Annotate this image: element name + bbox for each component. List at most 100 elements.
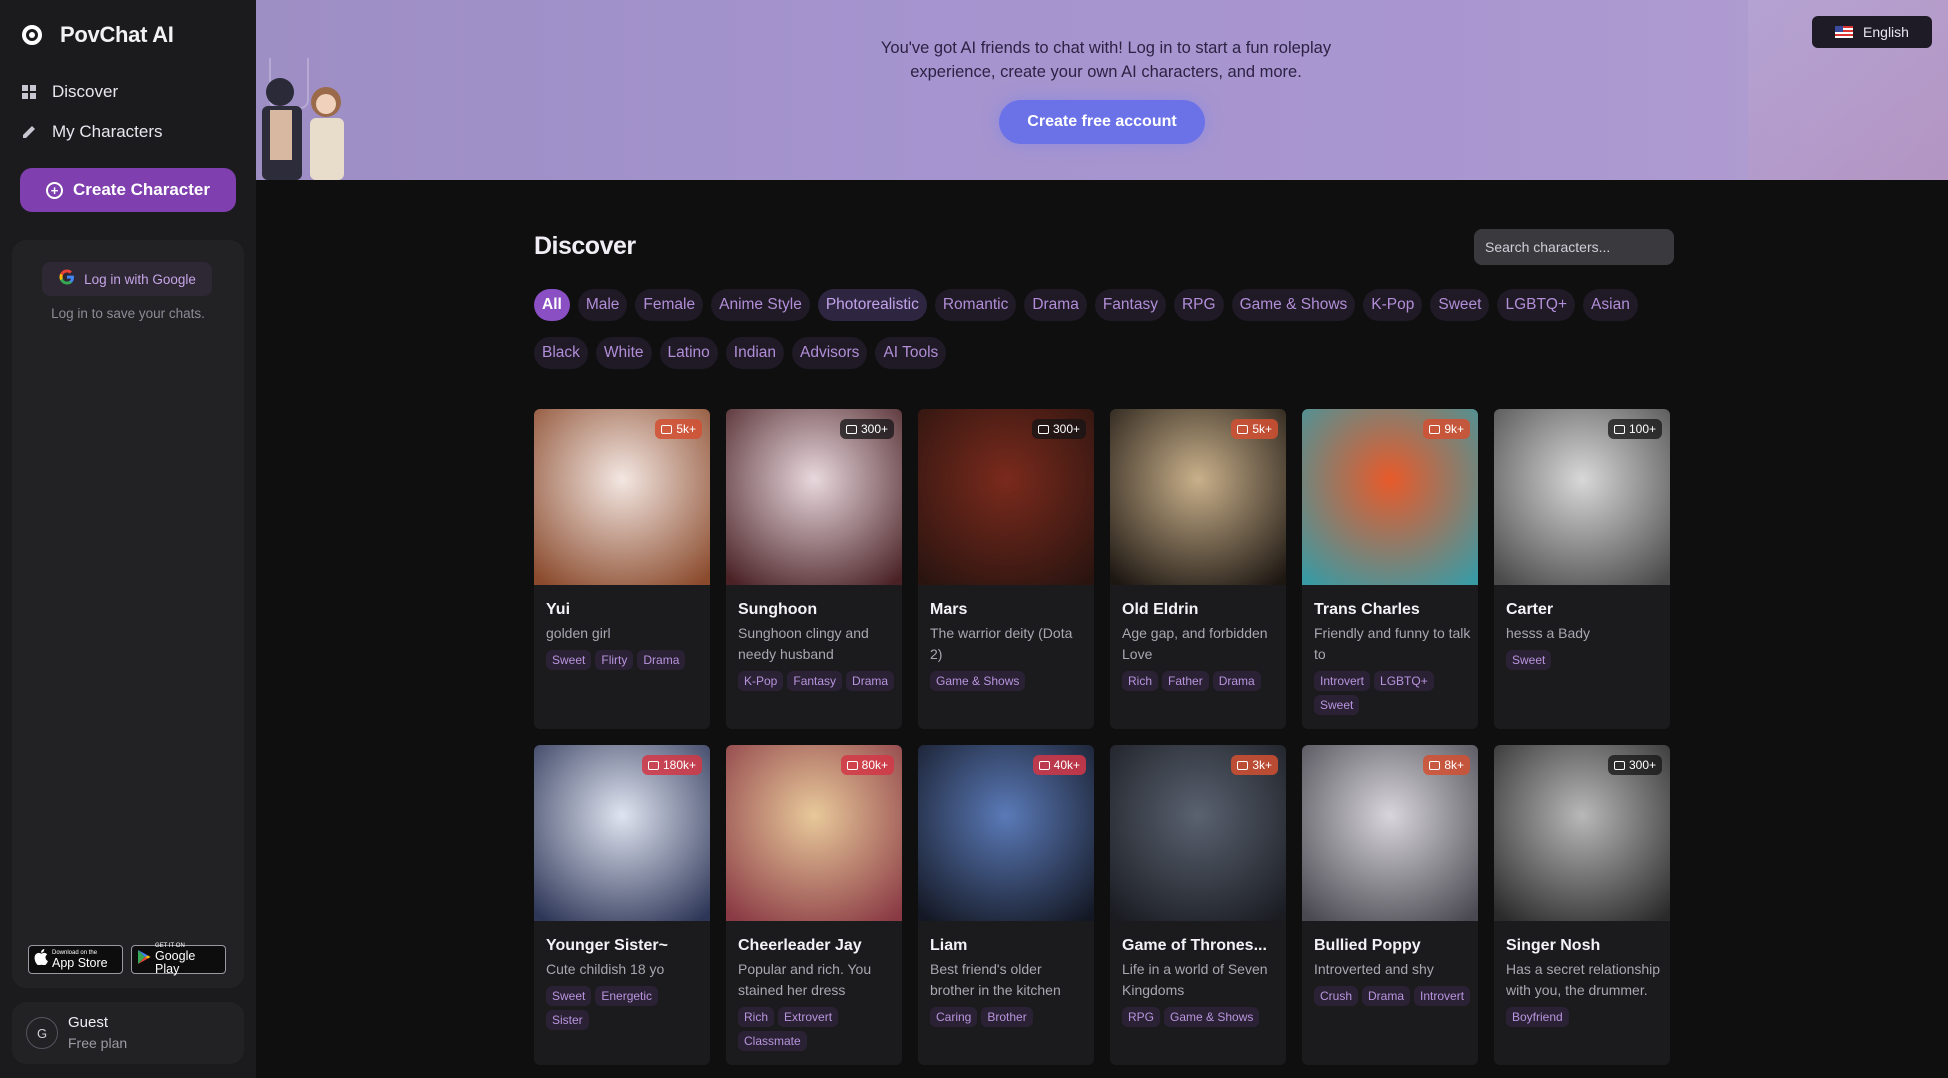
chat-count: 5k+ xyxy=(1252,422,1272,436)
character-image: 3k+ xyxy=(1110,745,1286,921)
chat-count-badge: 300+ xyxy=(1607,755,1662,775)
brand-name: PovChat AI xyxy=(60,22,174,47)
character-card[interactable]: 3k+ Game of Thrones... Life in a world of … xyxy=(1110,745,1286,1065)
character-card[interactable]: 9k+ Trans Charles Friendly and funny to ta… xyxy=(1302,409,1478,729)
character-card[interactable]: 180k+ Younger Sister~ Cute childish 18 yo S… xyxy=(534,745,710,1065)
character-tags: Caring Brother xyxy=(930,1007,1088,1027)
character-tags: Boyfriend xyxy=(1506,1007,1664,1027)
avatar: G xyxy=(26,1017,58,1049)
chat-count: 180k+ xyxy=(662,758,696,772)
chat-count: 300+ xyxy=(1628,758,1656,772)
character-tag: Extrovert xyxy=(778,1007,839,1027)
character-description: Popular and rich. You stained her dress xyxy=(738,961,872,998)
login-note: Log in to save your chats. xyxy=(51,306,205,321)
chat-count: 3k+ xyxy=(1252,758,1272,772)
search-input[interactable] xyxy=(1474,229,1674,265)
character-image: 40k+ xyxy=(918,745,1094,921)
filter-chip-lgbtq[interactable]: LGBTQ+ xyxy=(1497,289,1576,321)
filter-chip-indian[interactable]: Indian xyxy=(725,337,784,369)
character-tag: Brother xyxy=(981,1007,1033,1027)
character-card[interactable]: 5k+ Yui golden girl Sweet Flirty Drama xyxy=(534,409,710,729)
chat-count-badge: 9k+ xyxy=(1423,419,1470,439)
filter-chip-photorealistic[interactable]: Photorealistic xyxy=(817,289,927,321)
character-card[interactable]: 300+ Mars The warrior deity (Dota 2) Game &… xyxy=(918,409,1094,729)
character-image: 300+ xyxy=(918,409,1094,585)
filter-chip-fantasy[interactable]: Fantasy xyxy=(1094,289,1166,321)
google-play-badge[interactable]: GET IT ON Google Play xyxy=(131,943,226,976)
character-card[interactable]: 300+ Singer Nosh Has a secret relationship… xyxy=(1494,745,1670,1065)
chat-count-badge: 3k+ xyxy=(1231,755,1278,775)
character-description: Friendly and funny to talk to xyxy=(1314,625,1471,662)
character-tag: Drama xyxy=(1362,986,1411,1006)
filter-chip-rpg[interactable]: RPG xyxy=(1173,289,1224,321)
create-character-button[interactable]: + Create Character xyxy=(20,168,236,212)
character-tag: Boyfriend xyxy=(1506,1007,1569,1027)
chat-count-badge: 5k+ xyxy=(1231,419,1278,439)
character-card[interactable]: 5k+ Old Eldrin Age gap, and forbidden Love… xyxy=(1110,409,1286,729)
filter-chip-sweet[interactable]: Sweet xyxy=(1430,289,1490,321)
chat-count: 100+ xyxy=(1628,422,1656,436)
apple-icon xyxy=(34,949,48,970)
character-description: Best friend's older brother in the kitch… xyxy=(930,961,1061,998)
google-login-button[interactable]: Log in with Google xyxy=(42,262,212,296)
language-label: English xyxy=(1863,24,1909,40)
character-card[interactable]: 8k+ Bullied Poppy Introverted and shy Crush… xyxy=(1302,745,1478,1065)
filter-chip-black[interactable]: Black xyxy=(534,337,588,369)
character-tags: Introvert LGBTQ+ Sweet xyxy=(1314,671,1472,715)
character-description: The warrior deity (Dota 2) xyxy=(930,625,1073,662)
filter-chip-white[interactable]: White xyxy=(595,337,652,369)
character-tag: Father xyxy=(1162,671,1209,691)
filter-chip-game-shows[interactable]: Game & Shows xyxy=(1231,289,1356,321)
character-card[interactable]: 80k+ Cheerleader Jay Popular and rich. You… xyxy=(726,745,902,1065)
user-account-row[interactable]: G Guest Free plan xyxy=(12,1002,244,1064)
filter-chip-male[interactable]: Male xyxy=(577,289,628,321)
filter-chip-k-pop[interactable]: K-Pop xyxy=(1363,289,1423,321)
character-tag: LGBTQ+ xyxy=(1374,671,1434,691)
create-free-account-button[interactable]: Create free account xyxy=(999,100,1205,144)
character-tag: Rich xyxy=(1122,671,1159,691)
grid-icon xyxy=(20,83,38,101)
character-card[interactable]: 100+ Carter hesss a Bady Sweet xyxy=(1494,409,1670,729)
character-tags: RPG Game & Shows xyxy=(1122,1007,1280,1027)
filter-chip-latino[interactable]: Latino xyxy=(659,337,718,369)
chat-count-badge: 8k+ xyxy=(1423,755,1470,775)
character-card[interactable]: 40k+ Liam Best friend's older brother in t… xyxy=(918,745,1094,1065)
character-image: 300+ xyxy=(726,409,902,585)
banner-message: You've got AI friends to chat with! Log … xyxy=(880,39,1332,81)
page-title: Discover xyxy=(534,232,636,260)
nav-item-my-characters[interactable]: My Characters xyxy=(20,122,163,142)
character-tag: Drama xyxy=(846,671,895,691)
filter-chip-all[interactable]: All xyxy=(534,289,570,321)
filter-chip-female[interactable]: Female xyxy=(635,289,704,321)
character-image: 9k+ xyxy=(1302,409,1478,585)
character-tags: Sweet xyxy=(1506,650,1664,670)
character-description: Introverted and shy xyxy=(1314,961,1434,977)
character-description: Life in a world of Seven Kingdoms xyxy=(1122,961,1268,998)
chat-bubble-icon xyxy=(661,424,673,434)
character-description: Has a secret relationship with you, the … xyxy=(1506,961,1661,998)
google-play-big: Google Play xyxy=(155,949,196,976)
filter-chip-ai-tools[interactable]: AI Tools xyxy=(875,337,947,369)
character-name: Sunghoon xyxy=(738,601,818,618)
filter-chip-drama[interactable]: Drama xyxy=(1024,289,1087,321)
character-image: 5k+ xyxy=(534,409,710,585)
filter-chip-romantic[interactable]: Romantic xyxy=(934,289,1017,321)
nav-item-discover[interactable]: Discover xyxy=(20,82,118,102)
character-tag: Sister xyxy=(546,1010,589,1030)
google-login-label: Log in with Google xyxy=(84,271,196,287)
us-flag-icon xyxy=(1835,26,1854,38)
app-store-badge[interactable]: Download on the App Store xyxy=(28,945,123,974)
google-play-icon xyxy=(137,949,151,970)
character-card[interactable]: 300+ Sunghoon Sunghoon clingy and needy hu… xyxy=(726,409,902,729)
google-icon xyxy=(58,268,76,291)
language-selector[interactable]: English xyxy=(1812,16,1932,48)
brand[interactable]: PovChat AI xyxy=(22,22,174,48)
character-name: Bullied Poppy xyxy=(1314,937,1421,954)
filter-chip-advisors[interactable]: Advisors xyxy=(792,337,868,369)
filter-chip-anime-style[interactable]: Anime Style xyxy=(711,289,810,321)
chat-bubble-icon xyxy=(1237,424,1249,434)
chat-bubble-icon xyxy=(1613,424,1625,434)
filter-chip-asian[interactable]: Asian xyxy=(1583,289,1638,321)
character-name: Mars xyxy=(930,601,968,618)
character-tag: Classmate xyxy=(738,1031,807,1051)
